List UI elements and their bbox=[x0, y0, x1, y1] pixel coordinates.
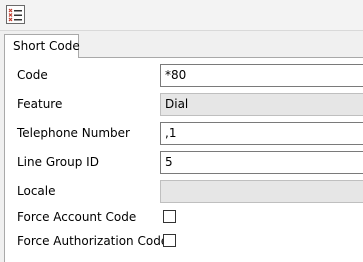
code-input[interactable]: *80 bbox=[160, 64, 363, 87]
toolbar bbox=[0, 0, 363, 31]
feature-label: Feature bbox=[17, 97, 63, 111]
locale-field[interactable] bbox=[160, 180, 363, 203]
force-account-code-checkbox[interactable] bbox=[163, 210, 176, 223]
telephone-number-input[interactable]: ,1 bbox=[160, 122, 363, 145]
line-group-id-input[interactable]: 5 bbox=[160, 151, 363, 174]
line-group-id-label: Line Group ID bbox=[17, 155, 99, 169]
feature-field[interactable]: Dial bbox=[160, 93, 363, 116]
list-icon[interactable] bbox=[6, 5, 25, 24]
tab-short-code[interactable]: Short Code bbox=[4, 34, 80, 58]
force-authorization-code-checkbox[interactable] bbox=[163, 234, 176, 247]
force-authorization-code-label: Force Authorization Code bbox=[17, 234, 169, 248]
short-code-window: Short Code Code *80 Feature Dial Telepho… bbox=[0, 0, 363, 262]
locale-label: Locale bbox=[17, 184, 56, 198]
force-account-code-label: Force Account Code bbox=[17, 210, 137, 224]
tab-short-code-label: Short Code bbox=[13, 39, 80, 53]
telephone-number-label: Telephone Number bbox=[17, 126, 130, 140]
code-label: Code bbox=[17, 68, 48, 82]
